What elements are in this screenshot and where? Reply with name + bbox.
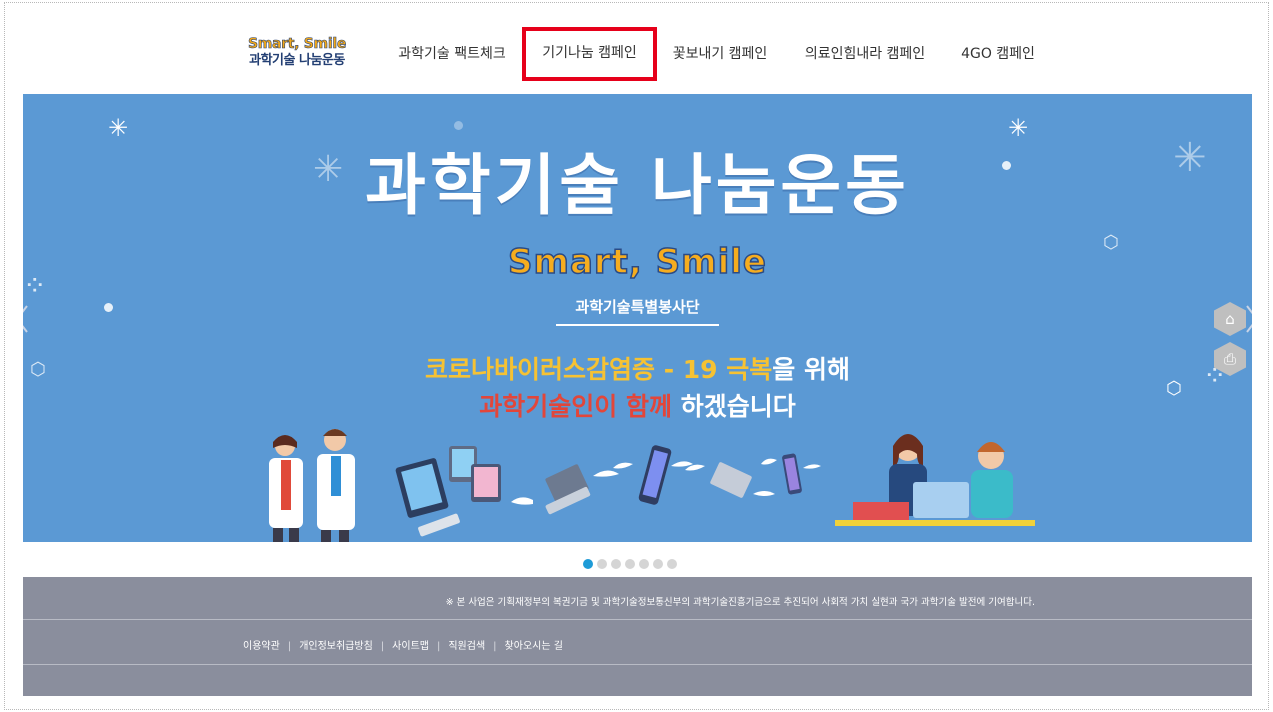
main-banner[interactable]: ✳ ✳ ✳ ✳ ⬡ ⬡ ⬡ ⁘ ⁘ 과학기술 나눔운동 Smart, Smile… [23, 94, 1252, 542]
prev-slide-arrow[interactable] [23, 304, 29, 334]
footer-link-terms[interactable]: 이용약관 [243, 641, 280, 652]
message-text: 하겠습니다 [672, 392, 796, 421]
footer-divider [23, 619, 1252, 620]
flying-phone-icon [761, 453, 821, 495]
pager-dot[interactable] [611, 559, 621, 569]
nav-item-medical-cheer[interactable]: 의료인힘내라 캠페인 [800, 38, 930, 70]
banner-title: 과학기술 나눔운동 [365, 147, 910, 224]
students-at-desk-figure [835, 434, 1035, 526]
nav-item-device-sharing[interactable]: 기기나눔 캠페인 [522, 27, 657, 81]
sparkle-icon: ✳ [108, 114, 129, 142]
footer: ※ 본 사업은 기획재정부의 복권기금 및 과학기술정보통신부의 과학기술진흥기… [23, 577, 1252, 696]
slide-pager[interactable] [583, 554, 681, 569]
message-highlight: 과학기술인이 함께 [479, 392, 672, 421]
illustration-people-devices [269, 429, 1035, 542]
message-text: 을 위해 [772, 355, 850, 384]
flying-laptop-icon [511, 464, 619, 515]
footer-divider [23, 664, 1252, 665]
nav-item-flower-campaign[interactable]: 꽃보내기 캠페인 [668, 38, 772, 70]
footer-link-directions[interactable]: 찾아오시는 길 [505, 641, 563, 652]
nav-item-4go[interactable]: 4GO 캠페인 [957, 38, 1039, 70]
banner-organization: 과학기술특별봉사단 [556, 292, 719, 326]
logo-line2: 과학기술 나눔운동 [249, 53, 345, 68]
site-logo[interactable]: Smart, Smile 과학기술 나눔운동 [243, 36, 351, 72]
banner-message-line1: 코로나바이러스감염증 - 19 극복을 위해 [23, 353, 1252, 387]
flying-phone-icon [613, 445, 693, 505]
footer-links: 이용약관 | 개인정보취급방침 | 사이트맵 | 직원검색 | 찾아오시는 길 [243, 641, 563, 652]
pager-dot[interactable] [639, 559, 649, 569]
footer-link-staff-search[interactable]: 직원검색 [448, 641, 485, 652]
tablet-icon [449, 446, 501, 502]
pager-dot[interactable] [597, 559, 607, 569]
sparkle-icon: ✳ [1008, 114, 1029, 142]
logo-line1: Smart, Smile [247, 36, 347, 53]
scientist-figure [317, 429, 355, 542]
pager-dot[interactable] [667, 559, 677, 569]
flying-laptop-icon [685, 462, 775, 498]
dot-decoration [454, 121, 463, 130]
footer-link-sitemap[interactable]: 사이트맵 [392, 641, 429, 652]
banner-message-line2: 과학기술인이 함께 하겠습니다 [23, 390, 1252, 424]
pager-dot[interactable] [583, 559, 593, 569]
footer-link-privacy[interactable]: 개인정보취급방침 [299, 641, 373, 652]
footer-notice: ※ 본 사업은 기획재정부의 복권기금 및 과학기술정보통신부의 과학기술진흥기… [445, 597, 1035, 608]
scientist-figure [269, 435, 303, 542]
dot-decoration [104, 303, 113, 312]
nav-item-fact-check[interactable]: 과학기술 팩트체크 [394, 38, 510, 70]
next-slide-arrow[interactable] [1245, 304, 1252, 334]
message-highlight: 코로나바이러스감염증 - 19 극복 [425, 355, 773, 384]
banner-subtitle: Smart, Smile [507, 241, 767, 283]
pager-dot[interactable] [625, 559, 635, 569]
pager-dot[interactable] [653, 559, 663, 569]
